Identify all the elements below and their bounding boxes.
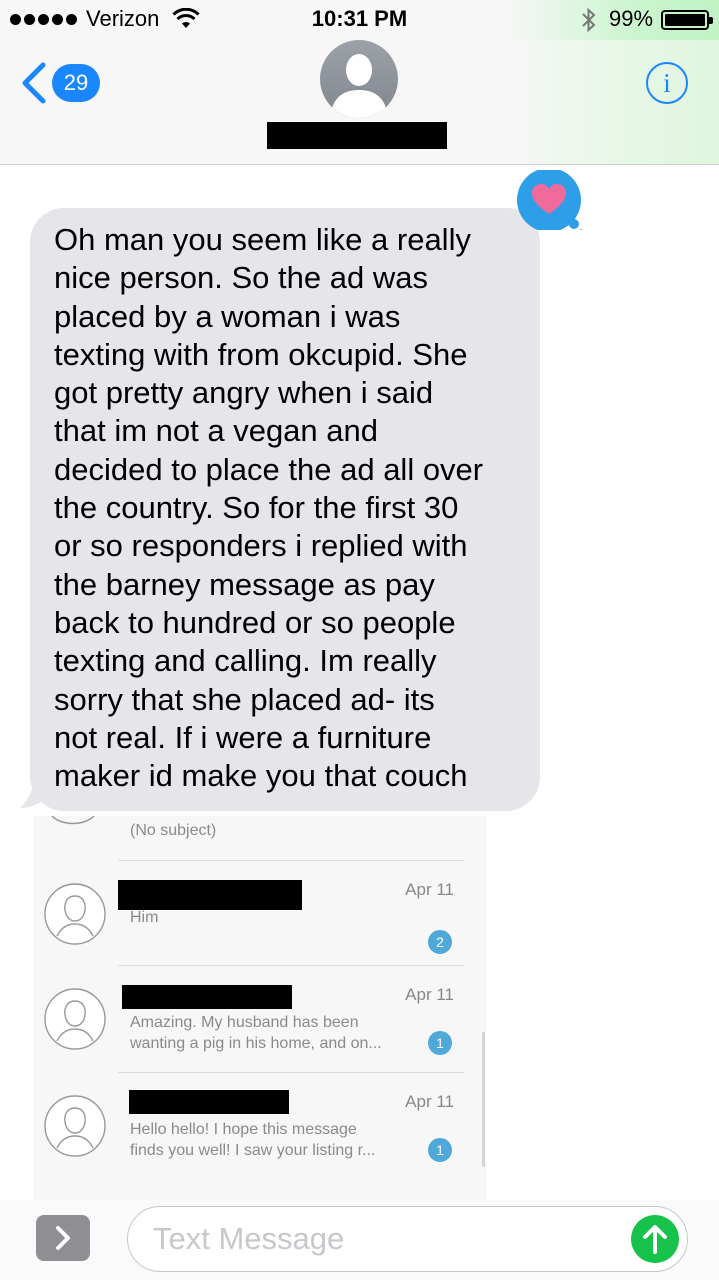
mail-preview: Hello hello! I hope this message finds y… <box>130 1121 376 1159</box>
sender-redacted <box>122 985 292 1009</box>
back-button[interactable]: 29 <box>20 62 100 104</box>
info-icon[interactable]: i <box>646 62 688 104</box>
send-button[interactable] <box>631 1215 679 1263</box>
partial-avatar-icon <box>51 816 95 825</box>
expand-apps-button[interactable] <box>36 1215 90 1261</box>
conversation-header: 29 i <box>0 40 719 165</box>
list-item[interactable]: Apr 11 Hello hello! I hope this message … <box>34 1072 486 1176</box>
bubble-tail <box>20 776 56 808</box>
person-outline-icon <box>44 1095 106 1157</box>
message-input[interactable]: Text Message <box>127 1206 688 1272</box>
message-text: Oh man you seem like a really nice perso… <box>54 222 484 794</box>
scroll-indicator <box>482 1032 485 1167</box>
contact-name-redacted[interactable] <box>267 122 447 149</box>
sender-redacted <box>118 880 302 910</box>
mail-count-badge: 1 <box>428 1031 452 1055</box>
avatar-silhouette-icon <box>330 54 388 118</box>
sender-redacted <box>129 1090 289 1114</box>
row-divider <box>118 860 464 861</box>
row-divider <box>118 1072 464 1073</box>
message-thread[interactable]: Oh man you seem like a really nice perso… <box>0 166 719 1200</box>
person-outline-icon <box>44 988 106 1050</box>
battery-icon <box>661 10 713 30</box>
heart-icon[interactable] <box>516 170 582 230</box>
message-input-placeholder: Text Message <box>153 1221 345 1256</box>
chevron-right-icon <box>56 1226 70 1250</box>
status-bar: Verizon 10:31 PM 99% <box>0 0 719 40</box>
partial-row-subject: (No subject) <box>130 822 217 839</box>
mail-preview: Him <box>130 909 159 926</box>
mail-count-badge: 2 <box>428 930 452 954</box>
mail-date: Apr 11 <box>405 880 454 899</box>
mail-date: Apr 11 <box>405 1092 454 1111</box>
battery-percent: 99% <box>609 6 654 31</box>
row-divider <box>118 965 464 966</box>
list-item[interactable]: Apr 11 Him 2 <box>34 860 486 964</box>
person-outline-icon <box>44 883 106 945</box>
mail-date: Apr 11 <box>405 985 454 1004</box>
image-attachment[interactable]: (No subject) Apr 11 Him 2 Apr 11 Amazing… <box>34 816 486 1200</box>
bluetooth-icon <box>582 7 596 33</box>
back-chevron-icon <box>22 62 46 104</box>
unread-count-badge: 29 <box>52 64 100 102</box>
mail-count-badge: 1 <box>428 1138 452 1162</box>
list-item[interactable]: Apr 11 Amazing. My husband has been want… <box>34 965 486 1069</box>
send-arrow-icon <box>643 1225 667 1254</box>
compose-bar: Text Message <box>0 1200 719 1280</box>
mail-preview: Amazing. My husband has been wanting a p… <box>130 1014 382 1052</box>
contact-avatar[interactable] <box>320 40 398 118</box>
